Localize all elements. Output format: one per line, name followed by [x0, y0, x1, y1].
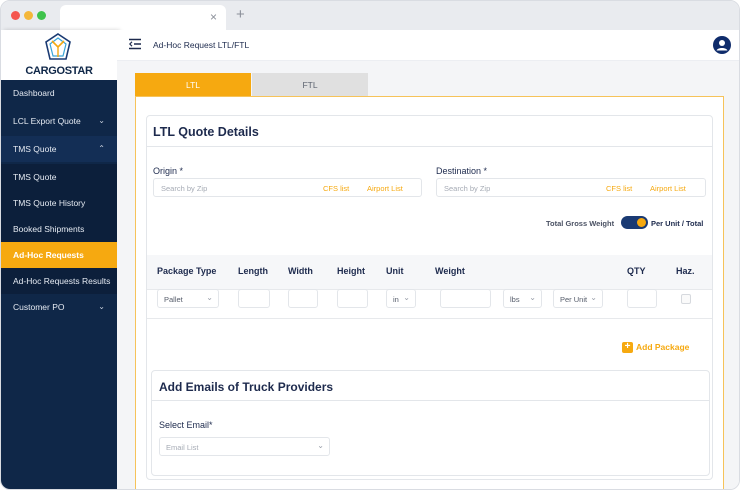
- email-list-select[interactable]: Email List ⌄: [159, 437, 330, 456]
- col-unit: Unit: [386, 266, 404, 276]
- ltl-quote-card: LTL Quote Details Origin * Search by Zip…: [146, 115, 713, 480]
- package-type-value: Pallet: [164, 295, 183, 304]
- destination-input[interactable]: Search by Zip CFS list Airport List: [436, 178, 706, 197]
- origin-airport-list-link[interactable]: Airport List: [367, 184, 403, 193]
- haz-checkbox[interactable]: [681, 294, 691, 304]
- sidebar-subitem-adhoc-results[interactable]: Ad-Hoc Requests Results: [1, 268, 117, 294]
- sidebar-item-dashboard[interactable]: Dashboard: [1, 80, 117, 106]
- unit-value: in: [393, 295, 399, 304]
- divider: [152, 400, 709, 401]
- sidebar-item-label: TMS Quote: [13, 172, 57, 182]
- toggle-knob: [637, 218, 646, 227]
- qty-input[interactable]: [627, 289, 657, 308]
- sidebar-item-label: LCL Export Quote: [13, 116, 81, 126]
- browser-chrome: × +: [1, 1, 739, 30]
- destination-placeholder: Search by Zip: [444, 184, 491, 193]
- weight-input[interactable]: [440, 289, 491, 308]
- tab-close-icon[interactable]: ×: [210, 9, 217, 25]
- col-qty: QTY: [627, 266, 646, 276]
- logo-text: CARGOSTAR: [25, 65, 93, 77]
- col-height: Height: [337, 266, 365, 276]
- chevron-down-icon: ⌄: [206, 293, 213, 302]
- tab-ftl[interactable]: FTL: [252, 73, 368, 97]
- divider: [147, 146, 712, 147]
- logo[interactable]: CARGOSTAR: [1, 30, 117, 80]
- destination-label: Destination *: [436, 166, 488, 176]
- sidebar-item-label: TMS Quote History: [13, 198, 86, 208]
- user-avatar-icon[interactable]: [713, 36, 731, 54]
- chevron-down-icon: ⌄: [317, 441, 324, 450]
- total-gross-weight-label: Total Gross Weight: [546, 219, 615, 228]
- tab-ltl[interactable]: LTL: [135, 73, 251, 97]
- plus-icon: +: [622, 342, 633, 353]
- chevron-down-icon: ⌄: [529, 293, 536, 302]
- sidebar-subitem-tms-quote-history[interactable]: TMS Quote History: [1, 190, 117, 216]
- sidebar-subitem-booked-shipments[interactable]: Booked Shipments: [1, 216, 117, 242]
- chevron-down-icon: ⌄: [98, 116, 105, 125]
- col-haz: Haz.: [676, 266, 695, 276]
- page-title: Ad-Hoc Request LTL/FTL: [153, 40, 250, 50]
- origin-input[interactable]: Search by Zip CFS list Airport List: [153, 178, 422, 197]
- browser-tab[interactable]: ×: [60, 5, 226, 30]
- height-input[interactable]: [337, 289, 368, 308]
- sidebar-item-label: Customer PO: [13, 302, 65, 312]
- length-input[interactable]: [238, 289, 270, 308]
- chevron-down-icon: ⌄: [403, 293, 410, 302]
- origin-label: Origin *: [153, 166, 184, 176]
- menu-collapse-icon[interactable]: [129, 38, 141, 50]
- origin-cfs-list-link[interactable]: CFS list: [323, 184, 349, 193]
- per-unit-total-label: Per Unit / Total: [651, 219, 704, 228]
- card-title: Add Emails of Truck Providers: [159, 380, 334, 394]
- top-header: Ad-Hoc Request LTL/FTL: [117, 30, 739, 61]
- chevron-down-icon: ⌄: [590, 293, 597, 302]
- minimize-window-button[interactable]: [24, 11, 33, 20]
- destination-airport-list-link[interactable]: Airport List: [650, 184, 686, 193]
- app-window: × + CARGOSTAR Dashboard LCL Export Quote…: [0, 0, 740, 490]
- col-weight: Weight: [435, 266, 465, 276]
- sidebar-subitem-adhoc-requests[interactable]: Ad-Hoc Requests LTL/FTL: [1, 242, 117, 286]
- table-divider: [147, 318, 712, 319]
- close-window-button[interactable]: [11, 11, 20, 20]
- main-content: LTL FTL LTL Quote Details Origin * Searc…: [117, 61, 739, 489]
- weight-unit-value: lbs: [510, 295, 520, 304]
- sidebar-item-label: TMS Quote: [13, 144, 57, 154]
- select-email-label: Select Email*: [159, 420, 213, 430]
- maximize-window-button[interactable]: [37, 11, 46, 20]
- sidebar-item-customer-po[interactable]: Customer PO ⌄: [1, 294, 117, 320]
- new-tab-icon[interactable]: +: [236, 7, 245, 23]
- sidebar-item-tms-quote[interactable]: TMS Quote ⌃: [1, 136, 117, 162]
- destination-cfs-list-link[interactable]: CFS list: [606, 184, 632, 193]
- col-width: Width: [288, 266, 313, 276]
- chevron-down-icon: ⌄: [98, 302, 105, 311]
- col-length: Length: [238, 266, 268, 276]
- unit-select[interactable]: in ⌄: [386, 289, 416, 308]
- weight-unit-select[interactable]: lbs ⌄: [503, 289, 542, 308]
- weight-mode-toggle[interactable]: [621, 216, 648, 229]
- sidebar-item-label: Booked Shipments: [13, 224, 85, 234]
- card-title: LTL Quote Details: [153, 125, 259, 139]
- width-input[interactable]: [288, 289, 318, 308]
- sidebar: CARGOSTAR Dashboard LCL Export Quote ⌄ T…: [1, 30, 117, 489]
- cargostar-logo-icon: [45, 33, 71, 60]
- package-type-select[interactable]: Pallet ⌄: [157, 289, 219, 308]
- per-unit-value: Per Unit: [560, 295, 588, 304]
- per-unit-select[interactable]: Per Unit ⌄: [553, 289, 603, 308]
- chevron-up-icon: ⌃: [98, 144, 105, 153]
- add-package-label: Add Package: [636, 342, 690, 352]
- sidebar-subitem-tms-quote[interactable]: TMS Quote: [1, 164, 117, 190]
- col-package-type: Package Type: [157, 266, 217, 276]
- origin-placeholder: Search by Zip: [161, 184, 208, 193]
- sidebar-item-label: Dashboard: [13, 88, 55, 98]
- sidebar-item-lcl-export-quote[interactable]: LCL Export Quote ⌄: [1, 108, 117, 134]
- email-list-placeholder: Email List: [166, 443, 199, 452]
- tab-panel: LTL Quote Details Origin * Search by Zip…: [135, 96, 724, 489]
- truck-provider-emails-card: Add Emails of Truck Providers Select Ema…: [151, 370, 710, 476]
- sidebar-item-label: Ad-Hoc Requests Results: [13, 276, 111, 286]
